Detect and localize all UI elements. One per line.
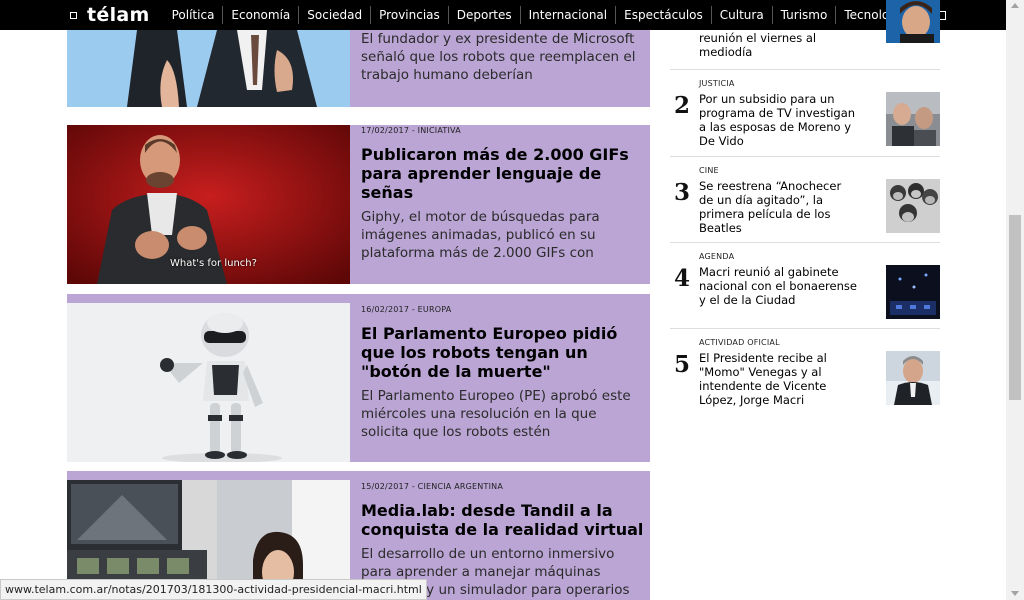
most-read-title[interactable]: Por un subsidio para un programa de TV i… bbox=[699, 92, 857, 148]
most-read-category: AGENDA bbox=[699, 252, 735, 261]
most-read-item[interactable]: 2 JUSTICIA Por un subsidio para un progr… bbox=[670, 69, 940, 156]
most-read-title[interactable]: Macri reunió al gabinete nacional con el… bbox=[699, 265, 857, 307]
most-read-item[interactable]: 4 AGENDA Macri reunió al gabinete nacion… bbox=[670, 242, 940, 328]
nav-item-provincias[interactable]: Provincias bbox=[370, 6, 448, 24]
most-read-category: ACTIVIDAD OFICIAL bbox=[699, 338, 780, 347]
nav-item-economia[interactable]: Economía bbox=[222, 6, 298, 24]
article-summary[interactable]: El Parlamento Europeo (PE) aprobó este m… bbox=[361, 387, 644, 441]
scroll-up-arrow-icon[interactable] bbox=[1011, 3, 1019, 8]
menu-icon[interactable] bbox=[70, 9, 77, 21]
most-read-thumb[interactable] bbox=[886, 265, 940, 319]
article-card[interactable]: 16/02/2017 - EUROPA El Parlamento Europe… bbox=[67, 294, 650, 462]
nav-item-deportes[interactable]: Deportes bbox=[447, 6, 520, 24]
most-read-thumb[interactable] bbox=[886, 0, 940, 43]
image-caption: What's for lunch? bbox=[170, 258, 257, 269]
most-read-category: JUSTICIA bbox=[699, 79, 735, 88]
nav-item-internacional[interactable]: Internacional bbox=[519, 6, 615, 24]
link-status-bar: www.telam.com.ar/notas/201703/181300-act… bbox=[0, 579, 427, 600]
most-read-item[interactable]: 3 CINE Se reestrena “Anochecer de un día… bbox=[670, 156, 940, 242]
most-read-sidebar: reunión el viernes al mediodía 2 JUSTICI… bbox=[670, 0, 940, 410]
article-image[interactable] bbox=[67, 30, 350, 107]
article-text: 16/02/2017 - EUROPA El Parlamento Europe… bbox=[361, 305, 644, 441]
article-card[interactable]: El fundador y ex presidente de Microsoft… bbox=[67, 30, 650, 107]
rank-number: 2 bbox=[674, 92, 691, 119]
site-logo[interactable]: télam bbox=[87, 4, 150, 26]
most-read-thumb[interactable] bbox=[886, 351, 940, 405]
scroll-down-arrow-icon[interactable] bbox=[1011, 591, 1019, 596]
article-meta: 16/02/2017 - EUROPA bbox=[361, 305, 452, 314]
article-summary[interactable]: Giphy, el motor de búsquedas para imágen… bbox=[361, 208, 644, 262]
most-read-item[interactable]: 5 ACTIVIDAD OFICIAL El Presidente recibe… bbox=[670, 328, 940, 410]
rank-number: 4 bbox=[674, 265, 691, 292]
article-text: El fundador y ex presidente de Microsoft… bbox=[361, 30, 644, 84]
article-meta: 17/02/2017 - INICIATIVA bbox=[361, 126, 461, 135]
rank-number: 3 bbox=[674, 179, 691, 206]
page-scrollbar[interactable] bbox=[1006, 0, 1024, 600]
article-summary[interactable]: El fundador y ex presidente de Microsoft… bbox=[361, 30, 644, 84]
article-title[interactable]: El Parlamento Europeo pidió que los robo… bbox=[361, 324, 644, 381]
most-read-category: CINE bbox=[699, 166, 719, 175]
article-image[interactable] bbox=[67, 303, 350, 462]
nav-item-politica[interactable]: Política bbox=[164, 6, 223, 24]
article-card[interactable]: What's for lunch? 17/02/2017 - INICIATIV… bbox=[67, 125, 650, 284]
nav-item-sociedad[interactable]: Sociedad bbox=[298, 6, 370, 24]
article-meta: 15/02/2017 - CIENCIA ARGENTINA bbox=[361, 482, 503, 491]
article-text: 17/02/2017 - INICIATIVA Publicaron más d… bbox=[361, 126, 644, 262]
scrollbar-thumb[interactable] bbox=[1009, 215, 1021, 400]
most-read-thumb[interactable] bbox=[886, 179, 940, 233]
most-read-title[interactable]: El Presidente recibe al "Momo" Venegas y… bbox=[699, 351, 857, 407]
most-read-thumb[interactable] bbox=[886, 92, 940, 146]
most-read-title[interactable]: reunión el viernes al mediodía bbox=[699, 31, 857, 59]
most-read-item[interactable]: reunión el viernes al mediodía bbox=[670, 0, 940, 70]
rank-number: 5 bbox=[674, 351, 691, 378]
article-image[interactable]: What's for lunch? bbox=[67, 125, 350, 284]
article-title[interactable]: Media.lab: desde Tandil a la conquista d… bbox=[361, 501, 644, 539]
most-read-title[interactable]: Se reestrena “Anochecer de un día agitad… bbox=[699, 179, 857, 235]
article-title[interactable]: Publicaron más de 2.000 GIFs para aprend… bbox=[361, 145, 644, 202]
